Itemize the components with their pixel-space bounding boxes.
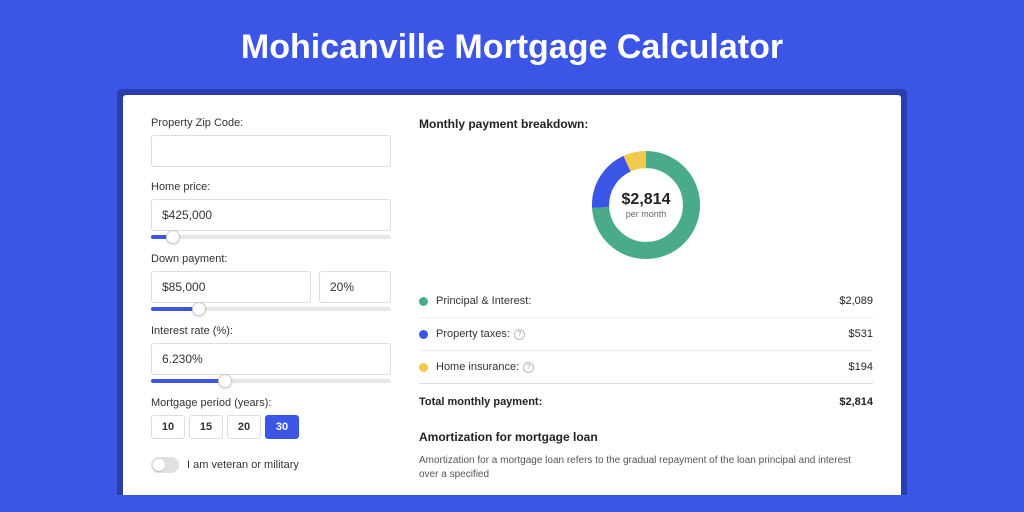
interest-field: Interest rate (%): bbox=[151, 325, 391, 383]
donut-chart: $2,814 per month bbox=[586, 145, 706, 265]
donut-sublabel: per month bbox=[626, 209, 667, 219]
period-button-20[interactable]: 20 bbox=[227, 415, 261, 439]
legend-list: Principal & Interest:$2,089Property taxe… bbox=[419, 285, 873, 384]
donut-value: $2,814 bbox=[622, 191, 671, 209]
legend-row-2: Home insurance:?$194 bbox=[419, 351, 873, 384]
legend-label: Home insurance:? bbox=[436, 361, 849, 373]
period-field: Mortgage period (years): 10152030 bbox=[151, 397, 391, 439]
interest-slider[interactable] bbox=[151, 379, 391, 383]
legend-row-1: Property taxes:?$531 bbox=[419, 318, 873, 351]
period-button-15[interactable]: 15 bbox=[189, 415, 223, 439]
down-payment-label: Down payment: bbox=[151, 253, 391, 265]
home-price-label: Home price: bbox=[151, 181, 391, 193]
total-value: $2,814 bbox=[839, 396, 873, 408]
total-row: Total monthly payment: $2,814 bbox=[419, 384, 873, 424]
breakdown-title: Monthly payment breakdown: bbox=[419, 117, 873, 131]
down-payment-input[interactable] bbox=[151, 271, 311, 303]
help-icon[interactable]: ? bbox=[514, 329, 525, 340]
slider-fill bbox=[151, 379, 225, 383]
legend-row-0: Principal & Interest:$2,089 bbox=[419, 285, 873, 318]
toggle-knob bbox=[153, 459, 165, 471]
form-panel: Property Zip Code: Home price: Down paym… bbox=[151, 117, 391, 495]
legend-dot-icon bbox=[419, 297, 428, 306]
zip-field: Property Zip Code: bbox=[151, 117, 391, 167]
legend-dot-icon bbox=[419, 330, 428, 339]
total-label: Total monthly payment: bbox=[419, 396, 839, 408]
period-button-group: 10152030 bbox=[151, 415, 391, 439]
page-title: Mohicanville Mortgage Calculator bbox=[0, 0, 1024, 89]
home-price-field: Home price: bbox=[151, 181, 391, 239]
down-payment-pct-input[interactable] bbox=[319, 271, 391, 303]
donut-container: $2,814 per month bbox=[419, 145, 873, 265]
donut-center: $2,814 per month bbox=[586, 145, 706, 265]
interest-input[interactable] bbox=[151, 343, 391, 375]
veteran-label: I am veteran or military bbox=[187, 459, 299, 471]
slider-thumb[interactable] bbox=[166, 230, 180, 244]
veteran-row: I am veteran or military bbox=[151, 457, 391, 473]
home-price-input[interactable] bbox=[151, 199, 391, 231]
period-button-10[interactable]: 10 bbox=[151, 415, 185, 439]
home-price-slider[interactable] bbox=[151, 235, 391, 239]
help-icon[interactable]: ? bbox=[523, 362, 534, 373]
legend-label: Property taxes:? bbox=[436, 328, 849, 340]
legend-dot-icon bbox=[419, 363, 428, 372]
legend-value: $194 bbox=[849, 361, 873, 373]
zip-label: Property Zip Code: bbox=[151, 117, 391, 129]
legend-value: $2,089 bbox=[839, 295, 873, 307]
period-label: Mortgage period (years): bbox=[151, 397, 391, 409]
down-payment-field: Down payment: bbox=[151, 253, 391, 311]
zip-input[interactable] bbox=[151, 135, 391, 167]
breakdown-panel: Monthly payment breakdown: $2,814 per mo… bbox=[419, 117, 873, 495]
interest-label: Interest rate (%): bbox=[151, 325, 391, 337]
slider-thumb[interactable] bbox=[192, 302, 206, 316]
veteran-toggle[interactable] bbox=[151, 457, 179, 473]
amortization-title: Amortization for mortgage loan bbox=[419, 430, 873, 444]
amortization-text: Amortization for a mortgage loan refers … bbox=[419, 454, 873, 482]
card-outer: Property Zip Code: Home price: Down paym… bbox=[117, 89, 907, 495]
legend-label: Principal & Interest: bbox=[436, 295, 839, 307]
calculator-card: Property Zip Code: Home price: Down paym… bbox=[123, 95, 901, 495]
legend-value: $531 bbox=[849, 328, 873, 340]
slider-thumb[interactable] bbox=[218, 374, 232, 388]
period-button-30[interactable]: 30 bbox=[265, 415, 299, 439]
down-payment-slider[interactable] bbox=[151, 307, 391, 311]
